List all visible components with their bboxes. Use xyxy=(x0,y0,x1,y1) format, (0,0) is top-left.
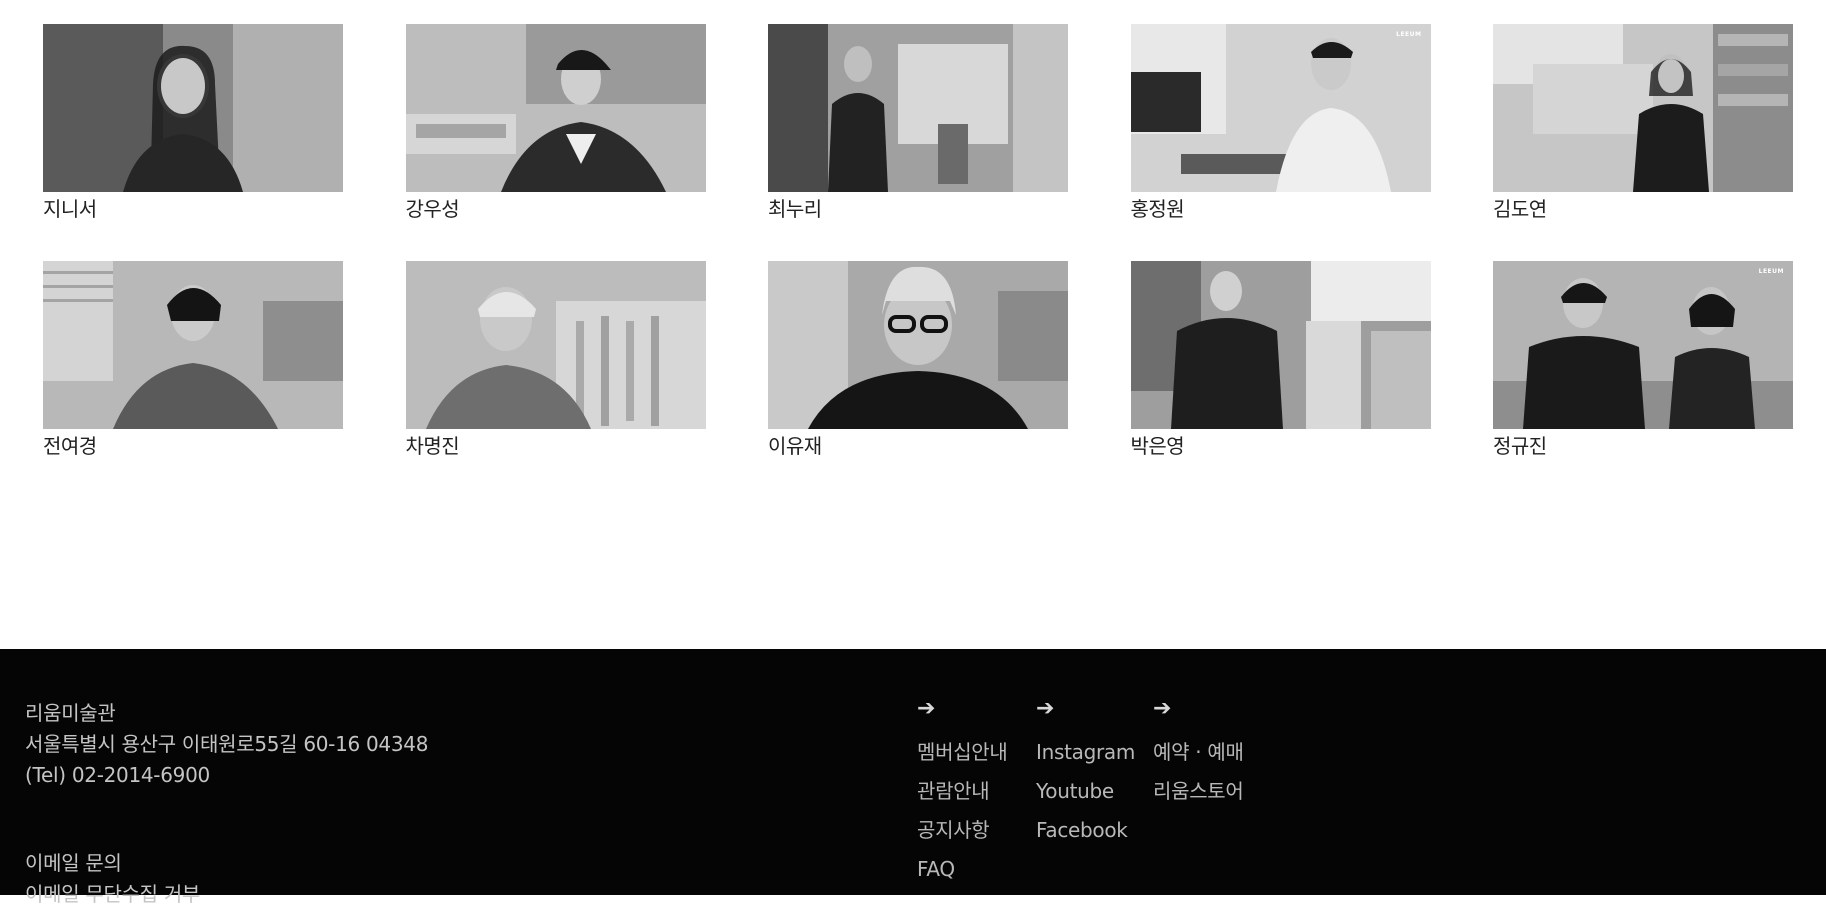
portrait-photo-icon xyxy=(1493,24,1793,192)
artist-name[interactable]: 박은영 xyxy=(1131,433,1431,459)
artist-thumbnail[interactable] xyxy=(405,261,706,429)
reservation-link[interactable]: 예약 · 예매 xyxy=(1153,733,1244,772)
artist-card[interactable]: 차명진 xyxy=(405,261,706,462)
portrait-photo-icon xyxy=(43,261,343,429)
footer-address-block: 리움미술관 서울특별시 용산구 이태원로55길 60-16 04348 (Tel… xyxy=(25,698,428,791)
artist-thumbnail[interactable] xyxy=(43,24,343,192)
arrow-right-icon: ➔ xyxy=(1153,696,1172,721)
portrait-photo-icon xyxy=(768,24,1068,192)
artist-card[interactable]: 박은영 xyxy=(1130,261,1431,462)
artist-name[interactable]: 지니서 xyxy=(43,196,343,222)
portrait-photo-icon xyxy=(405,261,706,429)
museum-name: 리움미술관 xyxy=(25,701,116,725)
leeum-watermark: LEEUM xyxy=(1396,31,1422,38)
artist-name[interactable]: 정규진 xyxy=(1493,433,1793,459)
site-footer: 리움미술관 서울특별시 용산구 이태원로55길 60-16 04348 (Tel… xyxy=(0,649,1826,906)
artist-name[interactable]: 김도연 xyxy=(1493,196,1793,222)
footer-link-column-1: ➔ 멤버십안내 관람안내 공지사항 FAQ xyxy=(917,695,1008,889)
artist-thumbnail[interactable]: LEEUM xyxy=(1130,24,1431,192)
artist-card[interactable]: 강우성 xyxy=(405,24,706,225)
youtube-link[interactable]: Youtube xyxy=(1036,772,1135,811)
artist-thumbnail[interactable] xyxy=(1130,261,1431,429)
artist-card[interactable]: 전여경 xyxy=(43,261,343,462)
artist-thumbnail[interactable] xyxy=(405,24,706,192)
artist-thumbnail[interactable] xyxy=(43,261,343,429)
visit-info-link[interactable]: 관람안내 xyxy=(917,772,1008,811)
artist-thumbnail[interactable] xyxy=(768,24,1068,192)
portrait-photo-icon xyxy=(768,261,1068,429)
artist-card[interactable]: 이유재 xyxy=(768,261,1068,462)
portrait-photo-icon xyxy=(1130,261,1431,429)
artist-card[interactable]: LEEUM 홍정원 xyxy=(1130,24,1431,225)
faq-link[interactable]: FAQ xyxy=(917,850,1008,889)
artist-name[interactable]: 홍정원 xyxy=(1131,196,1431,222)
store-link[interactable]: 리움스토어 xyxy=(1153,772,1244,811)
leeum-watermark: LEEUM xyxy=(1758,268,1784,275)
artist-card[interactable]: 지니서 xyxy=(43,24,343,225)
artist-card[interactable]: LEEUM 정규진 xyxy=(1493,261,1793,462)
portrait-photo-icon xyxy=(1493,261,1793,429)
membership-link[interactable]: 멤버십안내 xyxy=(917,733,1008,772)
arrow-right-icon: ➔ xyxy=(917,696,936,721)
artist-grid: 지니서 강우성 최누리 LEEUM 홍정원 김도연 전여경 차명진 이유재 박은… xyxy=(43,24,1793,462)
artist-name[interactable]: 강우성 xyxy=(406,196,706,222)
arrow-right-icon: ➔ xyxy=(1036,696,1055,721)
footer-link-column-2: ➔ Instagram Youtube Facebook xyxy=(1036,695,1135,850)
artist-thumbnail[interactable]: LEEUM xyxy=(1493,261,1793,429)
artist-name[interactable]: 차명진 xyxy=(406,433,706,459)
artist-name[interactable]: 최누리 xyxy=(768,196,1068,222)
footer-link-column-3: ➔ 예약 · 예매 리움스토어 xyxy=(1153,695,1244,811)
artist-card[interactable]: 김도연 xyxy=(1493,24,1793,225)
museum-address: 서울특별시 용산구 이태원로55길 60-16 04348 xyxy=(25,732,429,756)
artist-card[interactable]: 최누리 xyxy=(768,24,1068,225)
notice-link[interactable]: 공지사항 xyxy=(917,811,1008,850)
artist-name[interactable]: 전여경 xyxy=(43,433,343,459)
portrait-photo-icon xyxy=(405,24,706,192)
artist-name[interactable]: 이유재 xyxy=(768,433,1068,459)
facebook-link[interactable]: Facebook xyxy=(1036,811,1135,850)
museum-tel: (Tel) 02-2014-6900 xyxy=(25,763,210,787)
artist-thumbnail[interactable] xyxy=(768,261,1068,429)
portrait-photo-icon xyxy=(1130,24,1431,192)
portrait-photo-icon xyxy=(43,24,343,192)
artist-thumbnail[interactable] xyxy=(1493,24,1793,192)
footer-contact-block: 이메일 문의 이메일 무단수집 거부 xyxy=(25,848,200,910)
instagram-link[interactable]: Instagram xyxy=(1036,733,1135,772)
email-inquiry-link[interactable]: 이메일 문의 xyxy=(25,848,200,879)
